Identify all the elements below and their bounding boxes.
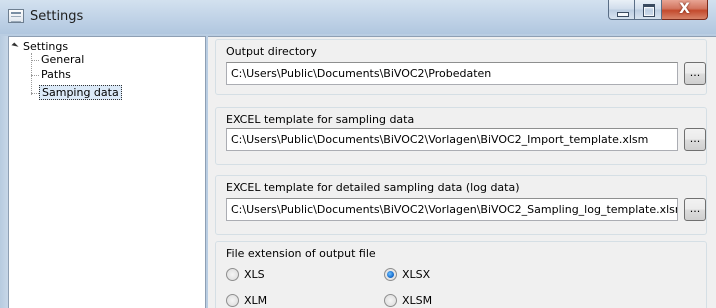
- radio-button-checked-icon[interactable]: [384, 268, 397, 281]
- excel-template-group: EXCEL template for sampling data C:\User…: [215, 107, 707, 165]
- radio-xlm[interactable]: XLM: [226, 294, 267, 307]
- tree-connector: [31, 93, 39, 94]
- output-directory-group: Output directory C:\Users\Public\Documen…: [215, 39, 707, 95]
- tree-connector: [31, 75, 39, 76]
- radio-xls-label: XLS: [244, 268, 265, 281]
- tree-node-settings[interactable]: Settings: [23, 40, 68, 53]
- output-directory-browse-button[interactable]: ...: [684, 62, 706, 85]
- tree-node-samping-data[interactable]: Samping data: [39, 85, 122, 100]
- title-bar[interactable]: Settings X: [0, 0, 716, 34]
- tree-connector: [31, 60, 39, 61]
- close-button[interactable]: X: [662, 0, 708, 20]
- window-icon: [8, 9, 24, 23]
- collapse-arrow-icon[interactable]: [11, 42, 19, 50]
- excel-template-input[interactable]: C:\Users\Public\Documents\BiVOC2\Vorlage…: [226, 128, 678, 151]
- caption-buttons: X: [608, 0, 708, 20]
- tree-node-general[interactable]: General: [41, 53, 84, 66]
- excel-template-browse-button[interactable]: ...: [684, 128, 706, 151]
- file-extension-label: File extension of output file: [226, 247, 378, 260]
- excel-template-label: EXCEL template for sampling data: [226, 113, 417, 126]
- radio-button-icon[interactable]: [384, 294, 397, 307]
- excel-log-template-group: EXCEL template for detailed sampling dat…: [215, 175, 707, 235]
- radio-xls[interactable]: XLS: [226, 268, 265, 281]
- settings-tree[interactable]: Settings General Paths Samping data: [8, 36, 206, 308]
- close-icon: X: [679, 1, 690, 17]
- settings-content: Output directory C:\Users\Public\Documen…: [208, 36, 716, 308]
- window-title: Settings: [30, 9, 84, 24]
- excel-log-template-browse-button[interactable]: ...: [684, 198, 706, 221]
- output-directory-label: Output directory: [226, 45, 319, 58]
- tree-node-paths[interactable]: Paths: [41, 68, 71, 81]
- minimize-button[interactable]: [608, 0, 635, 20]
- settings-window: Settings X Settings General Paths Sampin…: [0, 0, 716, 308]
- file-extension-group: File extension of output file XLS XLSX X…: [215, 241, 707, 308]
- radio-xlsm-label: XLSM: [402, 294, 433, 307]
- window-border: [0, 36, 8, 308]
- radio-xlm-label: XLM: [244, 294, 268, 307]
- radio-button-icon[interactable]: [226, 268, 239, 281]
- output-directory-input[interactable]: C:\Users\Public\Documents\BiVOC2\Probeda…: [226, 62, 678, 85]
- radio-xlsm[interactable]: XLSM: [384, 294, 432, 307]
- excel-log-template-input[interactable]: C:\Users\Public\Documents\BiVOC2\Vorlage…: [226, 198, 678, 221]
- radio-button-icon[interactable]: [226, 294, 239, 307]
- radio-xlsx[interactable]: XLSX: [384, 268, 430, 281]
- excel-log-template-label: EXCEL template for detailed sampling dat…: [226, 181, 522, 194]
- radio-xlsx-label: XLSX: [402, 268, 431, 281]
- maximize-button[interactable]: [635, 0, 662, 20]
